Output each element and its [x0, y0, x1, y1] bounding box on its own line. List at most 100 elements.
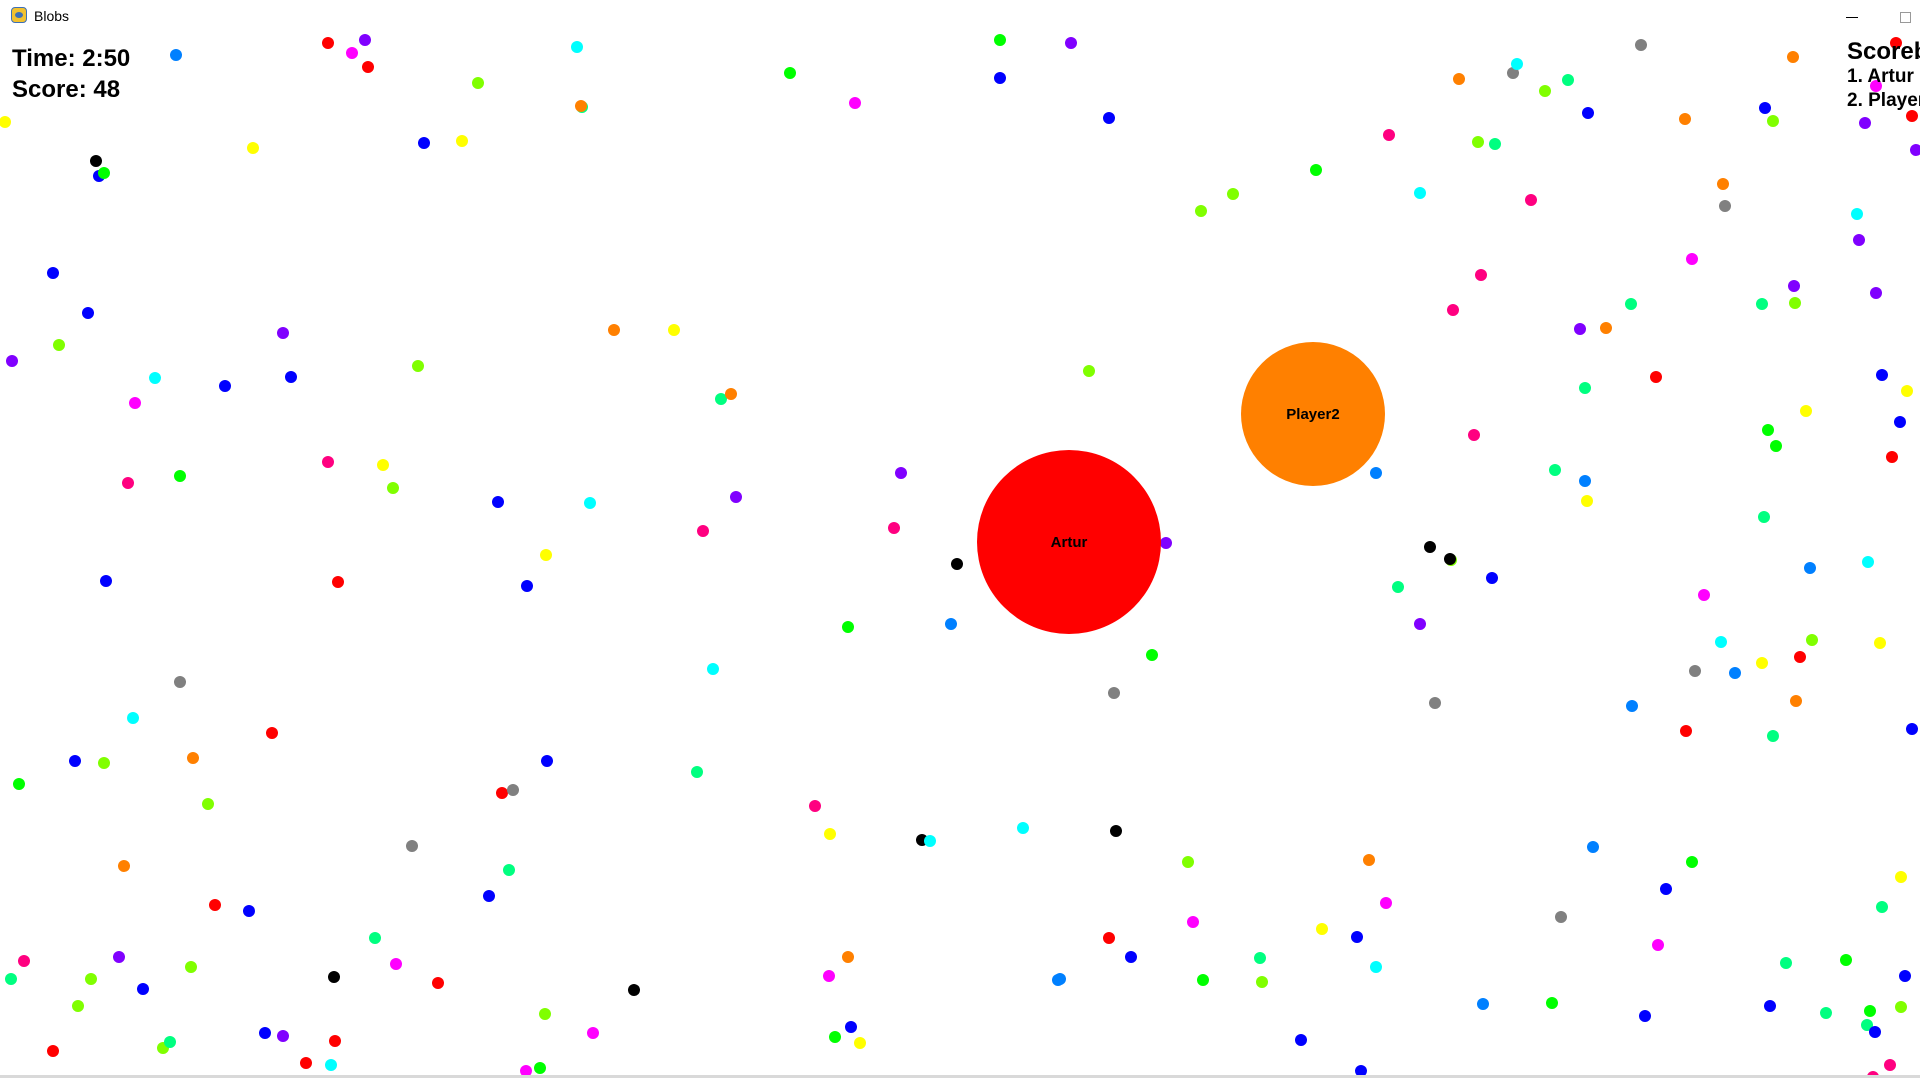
food-pellet — [1579, 475, 1591, 487]
food-pellet — [829, 1031, 841, 1043]
food-pellet — [1600, 322, 1612, 334]
food-pellet — [1351, 931, 1363, 943]
food-pellet — [1729, 667, 1741, 679]
title-bar: Blobs — [0, 0, 1920, 30]
score-display: Score: 48 — [12, 76, 121, 103]
food-pellet — [82, 307, 94, 319]
food-pellet — [1851, 208, 1863, 220]
food-pellet — [164, 1036, 176, 1048]
time-display: Time: 2:50 — [12, 45, 131, 72]
food-pellet — [725, 388, 737, 400]
player-blob-artur: Artur — [977, 450, 1161, 634]
food-pellet — [277, 1030, 289, 1042]
food-pellet — [1862, 556, 1874, 568]
food-pellet — [472, 77, 484, 89]
food-pellet — [346, 47, 358, 59]
food-pellet — [47, 1045, 59, 1057]
food-pellet — [1197, 974, 1209, 986]
food-pellet — [1424, 541, 1436, 553]
food-pellet — [6, 355, 18, 367]
food-pellet — [1546, 997, 1558, 1009]
food-pellet — [1794, 651, 1806, 663]
food-pellet — [1910, 144, 1920, 156]
food-pellet — [0, 116, 11, 128]
scoreboard: Scoreboard 1. Artur 2. Player2 — [1847, 38, 1920, 118]
food-pellet — [362, 61, 374, 73]
food-pellet — [1698, 589, 1710, 601]
food-pellet — [1103, 932, 1115, 944]
food-pellet — [1355, 1065, 1367, 1075]
players: Artur Player2 — [977, 342, 1385, 634]
food-pellet — [483, 890, 495, 902]
food-pellet — [1103, 112, 1115, 124]
food-pellet — [1579, 382, 1591, 394]
food-pellet — [1316, 923, 1328, 935]
food-pellet — [1820, 1007, 1832, 1019]
food-pellet — [571, 41, 583, 53]
food-pellet — [1472, 136, 1484, 148]
food-pellet — [1894, 416, 1906, 428]
food-pellet — [1853, 234, 1865, 246]
food-pellet — [418, 137, 430, 149]
food-pellet — [1511, 58, 1523, 70]
food-pellet — [1686, 856, 1698, 868]
food-pellet — [329, 1035, 341, 1047]
food-pellet — [85, 973, 97, 985]
food-pellet — [47, 267, 59, 279]
food-pellet — [534, 1062, 546, 1074]
food-pellet — [1475, 269, 1487, 281]
food-pellet — [541, 755, 553, 767]
food-pellet — [1310, 164, 1322, 176]
food-pellet — [1489, 138, 1501, 150]
food-pellet — [1876, 901, 1888, 913]
food-pellet — [1295, 1034, 1307, 1046]
food-pellet — [1227, 188, 1239, 200]
food-pellet — [5, 973, 17, 985]
food-pellet — [185, 961, 197, 973]
food-pellet — [1906, 723, 1918, 735]
maximize-button[interactable] — [1892, 2, 1920, 30]
food-pellet — [69, 755, 81, 767]
food-pellet — [209, 899, 221, 911]
food-pellet — [1477, 998, 1489, 1010]
food-pellet — [113, 951, 125, 963]
food-pellet — [1052, 974, 1064, 986]
food-pellet — [1444, 553, 1456, 565]
food-pellet — [1363, 854, 1375, 866]
game-canvas[interactable]: Artur Player2 — [0, 30, 1920, 1075]
scoreboard-title: Scoreboard — [1847, 38, 1920, 65]
food-pellet — [1789, 297, 1801, 309]
food-pellet — [845, 1021, 857, 1033]
food-pellet — [854, 1037, 866, 1049]
food-pellet — [1884, 1059, 1896, 1071]
food-pellet — [842, 621, 854, 633]
food-pellet — [1582, 107, 1594, 119]
food-pellet — [1806, 634, 1818, 646]
food-pellet — [1715, 636, 1727, 648]
food-pellet — [1254, 952, 1266, 964]
food-pellet — [784, 67, 796, 79]
minimize-button[interactable] — [1836, 2, 1876, 30]
food-pellet — [842, 951, 854, 963]
food-pellet — [1717, 178, 1729, 190]
food-pellet — [1767, 115, 1779, 127]
food-pellet — [849, 97, 861, 109]
food-pellet — [521, 580, 533, 592]
food-pellet — [994, 34, 1006, 46]
food-pellet — [259, 1027, 271, 1039]
food-pellet — [1562, 74, 1574, 86]
food-pellet — [1689, 665, 1701, 677]
food-pellet — [1756, 657, 1768, 669]
food-pellet — [170, 49, 182, 61]
food-pellet — [266, 727, 278, 739]
food-pellet — [387, 482, 399, 494]
food-pellet — [945, 618, 957, 630]
food-pellet — [1869, 1026, 1881, 1038]
food-pellet — [322, 37, 334, 49]
food-pellet — [697, 525, 709, 537]
food-pellet — [1804, 562, 1816, 574]
food-pellet — [1380, 897, 1392, 909]
food-pellet — [1370, 961, 1382, 973]
food-pellet — [994, 72, 1006, 84]
food-pellet — [503, 864, 515, 876]
